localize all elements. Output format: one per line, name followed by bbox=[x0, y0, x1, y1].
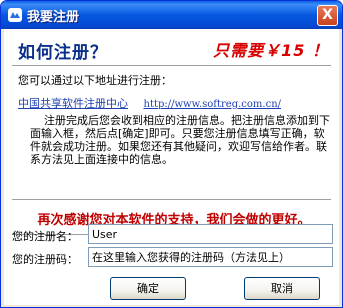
register-dialog: 我要注册 X 如何注册？ 只需要￥15 ！ 您可以通过以下地址进行注册： 中国共… bbox=[0, 0, 343, 308]
reg-code-label: 您的注册码： bbox=[12, 253, 78, 266]
title-bar[interactable]: 我要注册 X bbox=[1, 1, 342, 29]
link-row: 中国共享软件注册中心 http://www.softreg.com.cn/ bbox=[18, 95, 281, 111]
price-label: 只需要￥15 ！ bbox=[213, 41, 329, 60]
content-panel: 如何注册？ 只需要￥15 ！ 您可以通过以下地址进行注册： 中国共享软件注册中心… bbox=[4, 29, 339, 305]
reg-name-input[interactable] bbox=[88, 224, 333, 244]
cancel-button[interactable]: 取消 bbox=[244, 277, 320, 300]
divider-top bbox=[12, 65, 331, 67]
window-title: 我要注册 bbox=[27, 10, 80, 25]
reg-name-label: 您的注册名： bbox=[12, 230, 78, 243]
register-center-link[interactable]: 中国共享软件注册中心 bbox=[18, 97, 128, 110]
ok-button[interactable]: 确定 bbox=[110, 277, 186, 300]
close-icon: X bbox=[322, 7, 333, 23]
register-url-link[interactable]: http://www.softreg.com.cn/ bbox=[144, 99, 282, 110]
close-button[interactable]: X bbox=[317, 5, 338, 26]
app-icon bbox=[8, 8, 22, 22]
page-title: 如何注册？ bbox=[18, 43, 108, 63]
description-text: 注册完成后您会收到相应的注册信息。把注册信息添加到下面输入框，然后点[确定]即可… bbox=[30, 114, 330, 166]
instruction-text: 您可以通过以下地址进行注册： bbox=[18, 74, 172, 87]
reg-code-input[interactable] bbox=[88, 247, 333, 267]
divider-middle bbox=[12, 199, 331, 201]
